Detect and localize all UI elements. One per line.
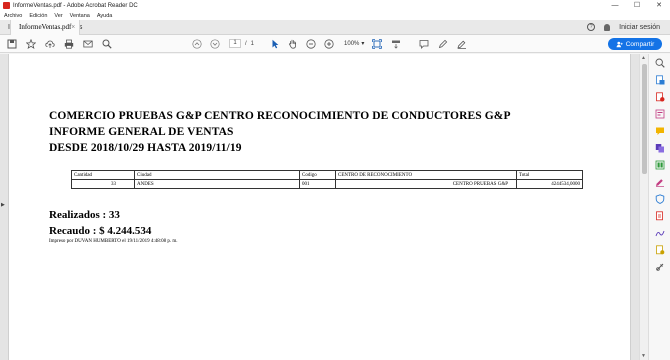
page-up-icon[interactable] xyxy=(192,38,202,49)
col-header-codigo: Codigo xyxy=(299,170,336,180)
scroll-down-icon[interactable]: ▼ xyxy=(641,353,646,359)
report-company-heading: COMERCIO PRUEBAS G&P CENTRO RECONOCIMIEN… xyxy=(49,110,511,122)
zoom-select[interactable]: 100% ▾ xyxy=(344,40,365,48)
optimize-pdf-icon[interactable] xyxy=(655,211,665,221)
printed-by-note: Impreso por DUVAN HUMBERTO el 19/11/2019… xyxy=(49,239,178,244)
menu-archivo[interactable]: Archivo xyxy=(4,13,22,19)
bell-icon[interactable] xyxy=(604,23,611,31)
cell-cantidad: 33 xyxy=(71,179,135,189)
zoom-out-icon[interactable] xyxy=(306,38,316,49)
scroll-up-icon[interactable]: ▲ xyxy=(641,55,646,61)
menu-ventana[interactable]: Ventana xyxy=(70,13,90,19)
sign-icon[interactable] xyxy=(457,39,467,49)
collapse-left-panel-icon[interactable]: ▶ xyxy=(1,202,5,208)
export-pdf-icon[interactable] xyxy=(655,75,665,85)
select-cursor-icon[interactable] xyxy=(270,39,280,49)
page-navigator: 1 / 1 xyxy=(229,39,254,48)
scrollbar-thumb[interactable] xyxy=(642,64,647,174)
help-icon[interactable]: ? xyxy=(587,23,596,31)
table-row: 33 ANDES 001 CENTRO PRUEBAS G&P 4244534,… xyxy=(71,179,583,189)
signin-button[interactable]: Iniciar sesión xyxy=(619,24,660,31)
fill-sign-icon[interactable] xyxy=(655,177,665,187)
sales-table: Cantidad Ciudad Codigo CENTRO DE RECONOC… xyxy=(71,170,583,189)
col-header-centro: CENTRO DE RECONOCIMIENTO xyxy=(335,170,517,180)
comment-icon[interactable] xyxy=(419,39,429,49)
zoom-caret-icon: ▾ xyxy=(361,41,365,47)
page-total: 1 xyxy=(250,40,255,47)
cloud-upload-icon[interactable] xyxy=(45,39,55,49)
report-title: INFORME GENERAL DE VENTAS xyxy=(49,126,234,138)
minimize-button[interactable]: — xyxy=(604,0,626,11)
acrobat-app-icon xyxy=(3,2,10,9)
cell-total: 4244534,0000 xyxy=(516,179,583,189)
tab-document[interactable]: InformeVentas.pdf × xyxy=(10,19,80,35)
combine-files-icon[interactable] xyxy=(655,143,665,153)
search-icon[interactable] xyxy=(102,39,112,49)
share-label: Compartir xyxy=(625,40,655,48)
fit-page-icon[interactable] xyxy=(372,38,383,49)
zoom-value: 100% xyxy=(344,40,360,47)
page-number-input[interactable]: 1 xyxy=(229,39,241,48)
comment-tool-icon[interactable] xyxy=(655,126,665,136)
acrobat-window: InformeVentas.pdf - Adobe Acrobat Reader… xyxy=(0,0,670,360)
menu-bar: Archivo Edición Ver Ventana Ayuda xyxy=(0,11,670,20)
col-header-total: Total xyxy=(516,170,583,180)
cell-codigo: 001 xyxy=(299,179,336,189)
menu-ver[interactable]: Ver xyxy=(54,13,62,19)
zoom-in-icon[interactable] xyxy=(324,38,334,49)
add-user-icon xyxy=(616,41,623,47)
close-window-button[interactable]: ✕ xyxy=(648,0,670,11)
cell-ciudad: ANDES xyxy=(134,179,300,189)
page-down-icon[interactable] xyxy=(210,38,220,49)
menu-edicion[interactable]: Edición xyxy=(29,13,47,19)
edit-pdf-icon[interactable] xyxy=(655,109,665,119)
table-header-row: Cantidad Ciudad Codigo CENTRO DE RECONOC… xyxy=(71,170,583,180)
save-icon[interactable] xyxy=(7,39,17,49)
protect-icon[interactable] xyxy=(655,194,665,204)
print-icon[interactable] xyxy=(64,39,74,49)
star-icon[interactable] xyxy=(26,38,36,49)
cell-centro: CENTRO PRUEBAS G&P xyxy=(335,179,517,189)
mail-icon[interactable] xyxy=(83,39,93,49)
document-viewer[interactable]: ▶ COMERCIO PRUEBAS G&P CENTRO RECONOCIMI… xyxy=(0,54,648,360)
toolbar: 1 / 1 100% ▾ Compartir xyxy=(0,35,670,53)
window-title: InformeVentas.pdf - Adobe Acrobat Reader… xyxy=(13,2,138,9)
page-separator: / xyxy=(245,40,247,47)
vertical-scrollbar[interactable]: ▲ ▼ xyxy=(639,54,648,360)
tab-document-label: InformeVentas.pdf xyxy=(19,22,72,31)
tab-bar: Inicio Herramientas InformeVentas.pdf × … xyxy=(0,19,670,35)
maximize-button[interactable]: ☐ xyxy=(626,0,648,11)
hand-tool-icon[interactable] xyxy=(288,39,298,49)
zoom-tool-icon[interactable] xyxy=(655,58,665,68)
window-controls: — ☐ ✕ xyxy=(604,0,670,11)
tools-pane xyxy=(648,54,670,360)
menu-ayuda[interactable]: Ayuda xyxy=(97,13,113,19)
create-pdf-icon[interactable] xyxy=(655,92,665,102)
request-signature-icon[interactable] xyxy=(655,228,665,238)
tab-close-icon[interactable]: × xyxy=(71,20,75,35)
more-tools-icon[interactable] xyxy=(655,262,665,272)
send-review-icon[interactable] xyxy=(655,245,665,255)
pdf-page: COMERCIO PRUEBAS G&P CENTRO RECONOCIMIEN… xyxy=(8,54,631,360)
col-header-ciudad: Ciudad xyxy=(134,170,300,180)
organize-pages-icon[interactable] xyxy=(655,160,665,170)
highlight-pen-icon[interactable] xyxy=(438,39,448,49)
scroll-mode-icon[interactable] xyxy=(391,39,401,49)
share-button[interactable]: Compartir xyxy=(608,38,662,50)
title-bar: InformeVentas.pdf - Adobe Acrobat Reader… xyxy=(0,0,670,11)
col-header-cantidad: Cantidad xyxy=(71,170,135,180)
recaudo-total: Recaudo : $ 4.244.534 xyxy=(49,225,152,237)
report-date-range: DESDE 2018/10/29 HASTA 2019/11/19 xyxy=(49,142,242,154)
realizados-total: Realizados : 33 xyxy=(49,209,120,221)
